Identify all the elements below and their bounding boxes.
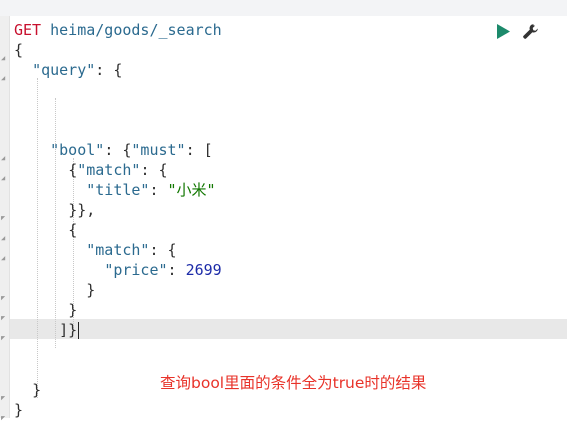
code-line: "query": { (32, 61, 123, 79)
fold-marker-icon[interactable]: ◢ (1, 75, 7, 82)
fold-marker-icon[interactable]: ◤ (1, 415, 7, 422)
fold-marker-icon[interactable]: ◢ (1, 155, 7, 162)
wrench-icon (522, 23, 538, 39)
code-line: "price": 2699 (104, 261, 222, 279)
code-line: }}, (68, 201, 96, 219)
editor-gutter: ◢ ◢ ◢ ◢ ◤ ◢ ◢ ◤ ◤ ◤ ◤ ◤ (0, 16, 10, 422)
fold-marker-icon[interactable]: ◢ (1, 235, 7, 242)
code-line: "match": { (86, 241, 177, 259)
code-line: } (68, 301, 78, 319)
fold-marker-icon[interactable]: ◤ (1, 395, 7, 402)
fold-marker-icon[interactable]: ◢ (1, 55, 7, 62)
settings-button[interactable] (521, 22, 539, 40)
text-cursor (78, 322, 80, 339)
fold-marker-icon[interactable]: ◢ (1, 255, 7, 262)
fold-marker-icon[interactable]: ◤ (1, 315, 7, 322)
http-method: GET (14, 21, 42, 39)
run-request-button[interactable] (495, 23, 511, 39)
code-line: "title": "小米" (86, 181, 216, 199)
request-toolbar (495, 22, 539, 40)
code-line: {"match": { (68, 161, 168, 179)
code-line: } (32, 381, 42, 399)
code-line: } (14, 401, 24, 419)
fold-marker-icon[interactable]: ◤ (1, 295, 7, 302)
top-strip (0, 0, 567, 16)
request-line[interactable]: GET heima/goods/_search (14, 20, 222, 40)
fold-marker-icon[interactable]: ◤ (1, 215, 7, 222)
code-line: { (14, 41, 24, 59)
code-line: "bool": {"must": [ (50, 141, 213, 159)
code-line: } (86, 281, 96, 299)
code-line: { (68, 221, 78, 239)
fold-marker-icon[interactable]: ◢ (1, 175, 7, 182)
code-line-active: ]} (59, 321, 80, 339)
play-icon (497, 23, 510, 39)
fold-marker-icon[interactable]: ◤ (1, 335, 7, 342)
code-editor[interactable]: GET heima/goods/_search { "query": { "bo… (10, 16, 567, 419)
request-path: heima/goods/_search (50, 21, 222, 39)
annotation-note: 查询bool里面的条件全为true时的结果 (160, 374, 427, 392)
